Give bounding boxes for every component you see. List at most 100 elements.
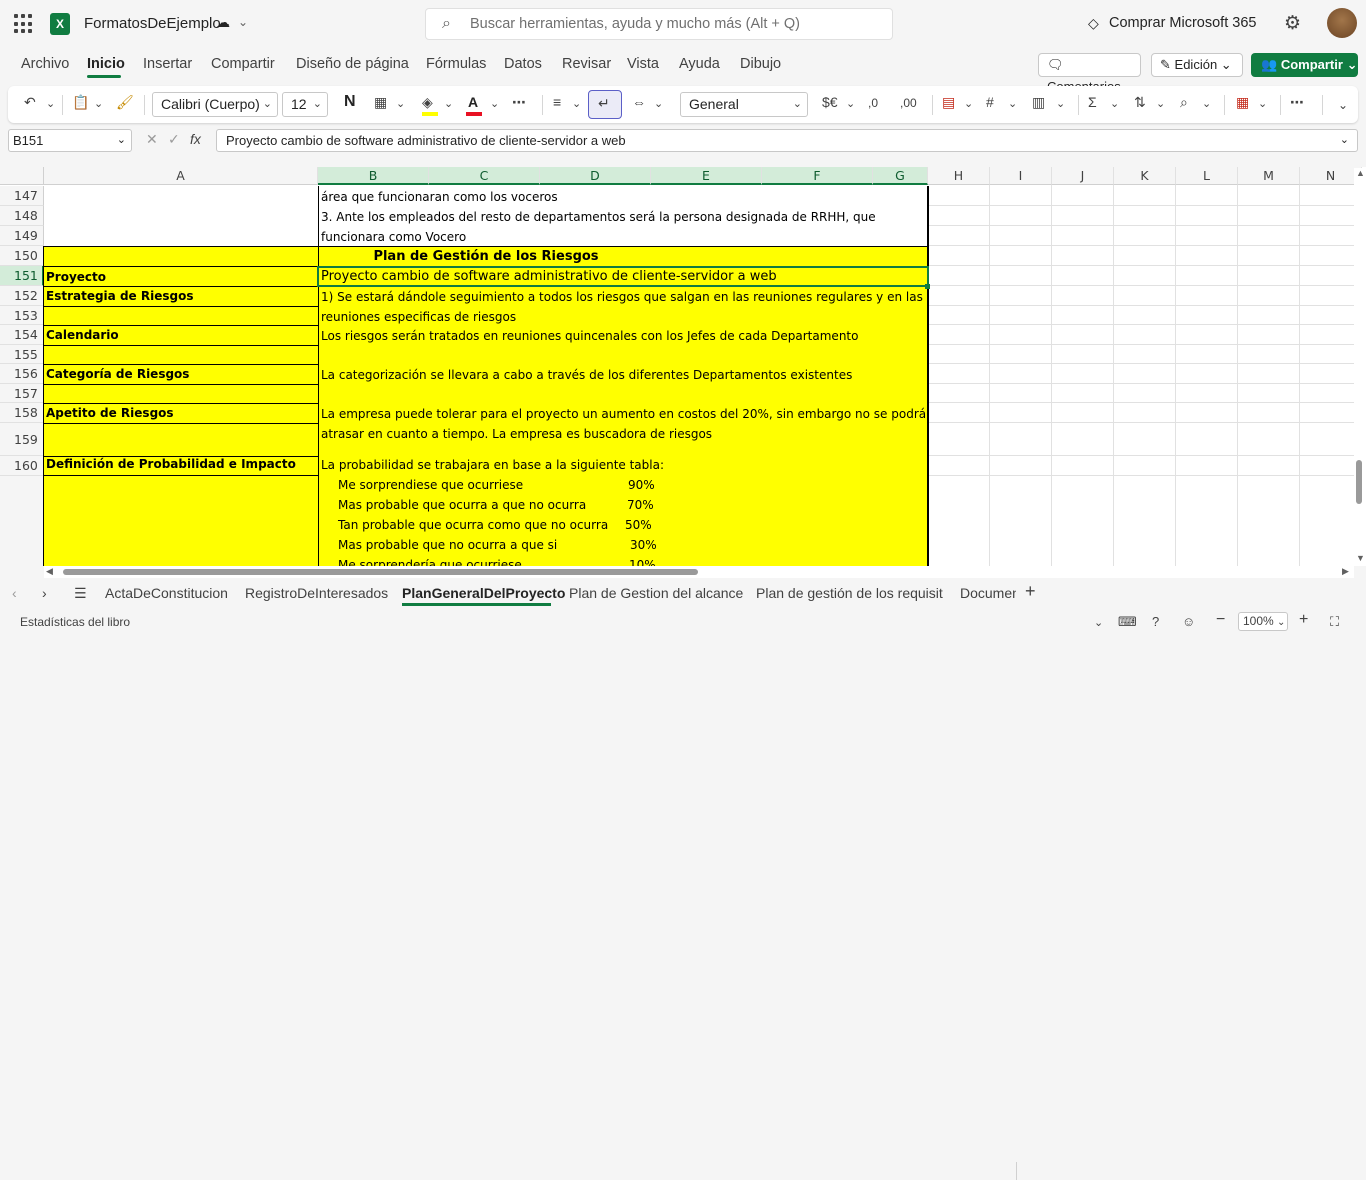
chevron-down-icon[interactable]: ⌄ [964, 97, 973, 110]
chevron-down-icon[interactable]: ⌄ [1156, 97, 1165, 110]
row-header-150[interactable]: 150 [0, 246, 44, 266]
find-icon[interactable]: ⌕ [1180, 94, 1188, 111]
name-box[interactable]: B151 ⌄ [8, 129, 132, 152]
more-options-icon[interactable]: ⋯ [1290, 94, 1304, 111]
chevron-down-icon[interactable]: ⌄ [572, 97, 581, 110]
prob-label[interactable]: Tan probable que ocurra como que no ocur… [338, 518, 608, 532]
editing-mode-button[interactable]: ✎ Edición ⌄ [1151, 53, 1243, 77]
undo-icon[interactable]: ↶ [24, 94, 36, 111]
column-header-b[interactable]: B [318, 167, 429, 185]
value-categoria[interactable]: La categorización se llevara a cabo a tr… [321, 368, 852, 382]
label-definicion[interactable]: Definición de Probabilidad e Impacto [46, 457, 296, 471]
confirm-icon[interactable]: ✓ [168, 131, 180, 148]
value-apetito-2[interactable]: atrasar en cuanto a tiempo. La empresa e… [321, 427, 712, 441]
zoom-out-icon[interactable]: − [1216, 611, 1225, 629]
row-header-155[interactable]: 155 [0, 345, 44, 364]
bold-button[interactable]: N [344, 93, 356, 111]
prob-pct[interactable]: 10% [629, 558, 656, 566]
row-header-157[interactable]: 157 [0, 384, 44, 403]
paste-icon[interactable]: 📋 [72, 94, 89, 111]
wrap-text-button[interactable]: ↵ [588, 90, 622, 119]
spreadsheet-grid[interactable]: A B C D E F G H I J K L M N 147 148 149 … [0, 167, 1366, 566]
expand-ribbon-icon[interactable]: ⌄ [1338, 98, 1348, 112]
column-header-d[interactable]: D [540, 167, 651, 185]
row-header-147[interactable]: 147 [0, 186, 44, 206]
format-table-icon[interactable]: # [986, 94, 994, 110]
chevron-down-icon[interactable]: ⌄ [1110, 97, 1119, 110]
row-header-151[interactable]: 151 [0, 266, 44, 286]
addins-icon[interactable]: ▦ [1236, 94, 1249, 111]
menu-item-formulas[interactable]: Fórmulas [426, 56, 486, 72]
column-header-j[interactable]: J [1052, 167, 1114, 185]
autosum-icon[interactable]: Σ [1088, 94, 1097, 110]
cell-b149[interactable]: funcionara como Vocero [321, 230, 466, 244]
value-proyecto[interactable]: Proyecto cambio de software administrati… [321, 269, 777, 284]
column-header-l[interactable]: L [1176, 167, 1238, 185]
chevron-down-icon[interactable]: ⌄ [846, 97, 855, 110]
cell-b147[interactable]: área que funcionaran como los voceros [321, 190, 558, 204]
sheet-tab-requisitos[interactable]: Plan de gestión de los requisit [756, 585, 943, 601]
value-calendario[interactable]: Los riesgos serán tratados en reuniones … [321, 329, 858, 343]
row-header-154[interactable]: 154 [0, 325, 44, 345]
row-header-159[interactable]: 159 [0, 423, 44, 456]
chevron-down-icon[interactable]: ⌄ [654, 97, 663, 110]
horizontal-scroll-thumb[interactable] [63, 569, 698, 575]
prob-label[interactable]: Mas probable que ocurra a que no ocurra [338, 498, 586, 512]
add-sheet-icon[interactable]: + [1025, 581, 1036, 602]
prob-label[interactable]: Me sorprendiese que ocurriese [338, 478, 523, 492]
prob-pct[interactable]: 90% [628, 478, 655, 492]
label-calendario[interactable]: Calendario [46, 328, 119, 342]
prob-pct[interactable]: 50% [625, 518, 652, 532]
label-categoria[interactable]: Categoría de Riesgos [46, 367, 189, 381]
prob-label[interactable]: Me sorprendería que ocurriese [338, 558, 522, 566]
sheet-tab-documen[interactable]: Documen [960, 585, 1016, 601]
plan-title[interactable]: Plan de Gestión de los Riesgos [44, 249, 928, 264]
feedback-icon[interactable]: ☺ [1182, 614, 1195, 629]
increase-decimal-icon[interactable]: ,0 [868, 96, 878, 110]
chevron-down-icon[interactable]: ⌄ [490, 97, 499, 110]
menu-item-diseno-pagina[interactable]: Diseño de página [296, 56, 409, 72]
scroll-right-icon[interactable]: ▶ [1342, 566, 1349, 577]
number-format-select[interactable]: General ⌄ [680, 92, 808, 117]
formula-input[interactable]: Proyecto cambio de software administrati… [216, 129, 1358, 152]
more-options-icon[interactable]: ⋯ [512, 94, 526, 111]
document-title[interactable]: FormatosDeEjemplo [84, 15, 221, 32]
chevron-down-icon[interactable]: ⌄ [1056, 97, 1065, 110]
borders-icon[interactable]: ▦ [374, 94, 387, 111]
font-name-select[interactable]: Calibri (Cuerpo) ⌄ [152, 92, 278, 117]
decrease-decimal-icon[interactable]: ,00 [900, 96, 917, 110]
sort-filter-icon[interactable]: ⇅ [1134, 94, 1146, 111]
avatar[interactable] [1327, 8, 1357, 38]
row-header-160[interactable]: 160 [0, 456, 44, 476]
row-header-156[interactable]: 156 [0, 364, 44, 384]
scroll-up-icon[interactable]: ▲ [1356, 168, 1365, 178]
menu-item-dibujo[interactable]: Dibujo [740, 56, 781, 72]
chevron-down-icon[interactable]: ⌄ [94, 97, 103, 110]
value-estrategia-1[interactable]: 1) Se estará dándole seguimiento a todos… [321, 290, 923, 304]
chevron-down-icon[interactable]: ⌄ [238, 15, 248, 29]
fill-handle[interactable] [925, 284, 930, 289]
font-size-select[interactable]: 12 ⌄ [282, 92, 328, 117]
label-proyecto[interactable]: Proyecto [46, 270, 106, 284]
column-header-a[interactable]: A [44, 167, 318, 185]
cell-styles-icon[interactable]: ▥ [1032, 94, 1045, 111]
column-header-k[interactable]: K [1114, 167, 1176, 185]
workbook-statistics[interactable]: Estadísticas del libro [20, 615, 130, 629]
sheet-tab-registro[interactable]: RegistroDeInteresados [245, 585, 388, 601]
insert-function-icon[interactable]: fx [190, 131, 201, 147]
menu-item-revisar[interactable]: Revisar [562, 56, 611, 72]
cell-b148[interactable]: 3. Ante los empleados del resto de depar… [321, 210, 876, 224]
menu-item-archivo[interactable]: Archivo [21, 56, 69, 72]
format-painter-icon[interactable]: 🖌 [116, 94, 134, 111]
column-header-m[interactable]: M [1238, 167, 1300, 185]
menu-item-datos[interactable]: Datos [504, 56, 542, 72]
sheet-tab-acta[interactable]: ActaDeConstitucion [105, 585, 228, 601]
merge-cells-icon[interactable]: ⇔ [632, 94, 646, 110]
chevron-down-icon[interactable]: ⌄ [444, 97, 453, 110]
chevron-down-icon[interactable]: ⌄ [1008, 97, 1017, 110]
all-sheets-icon[interactable]: ☰ [74, 585, 87, 602]
sheet-tab-plan-general[interactable]: PlanGeneralDelProyecto [402, 585, 565, 601]
prob-pct[interactable]: 30% [630, 538, 657, 552]
label-apetito[interactable]: Apetito de Riesgos [46, 406, 174, 420]
scroll-left-icon[interactable]: ◀ [46, 566, 53, 577]
